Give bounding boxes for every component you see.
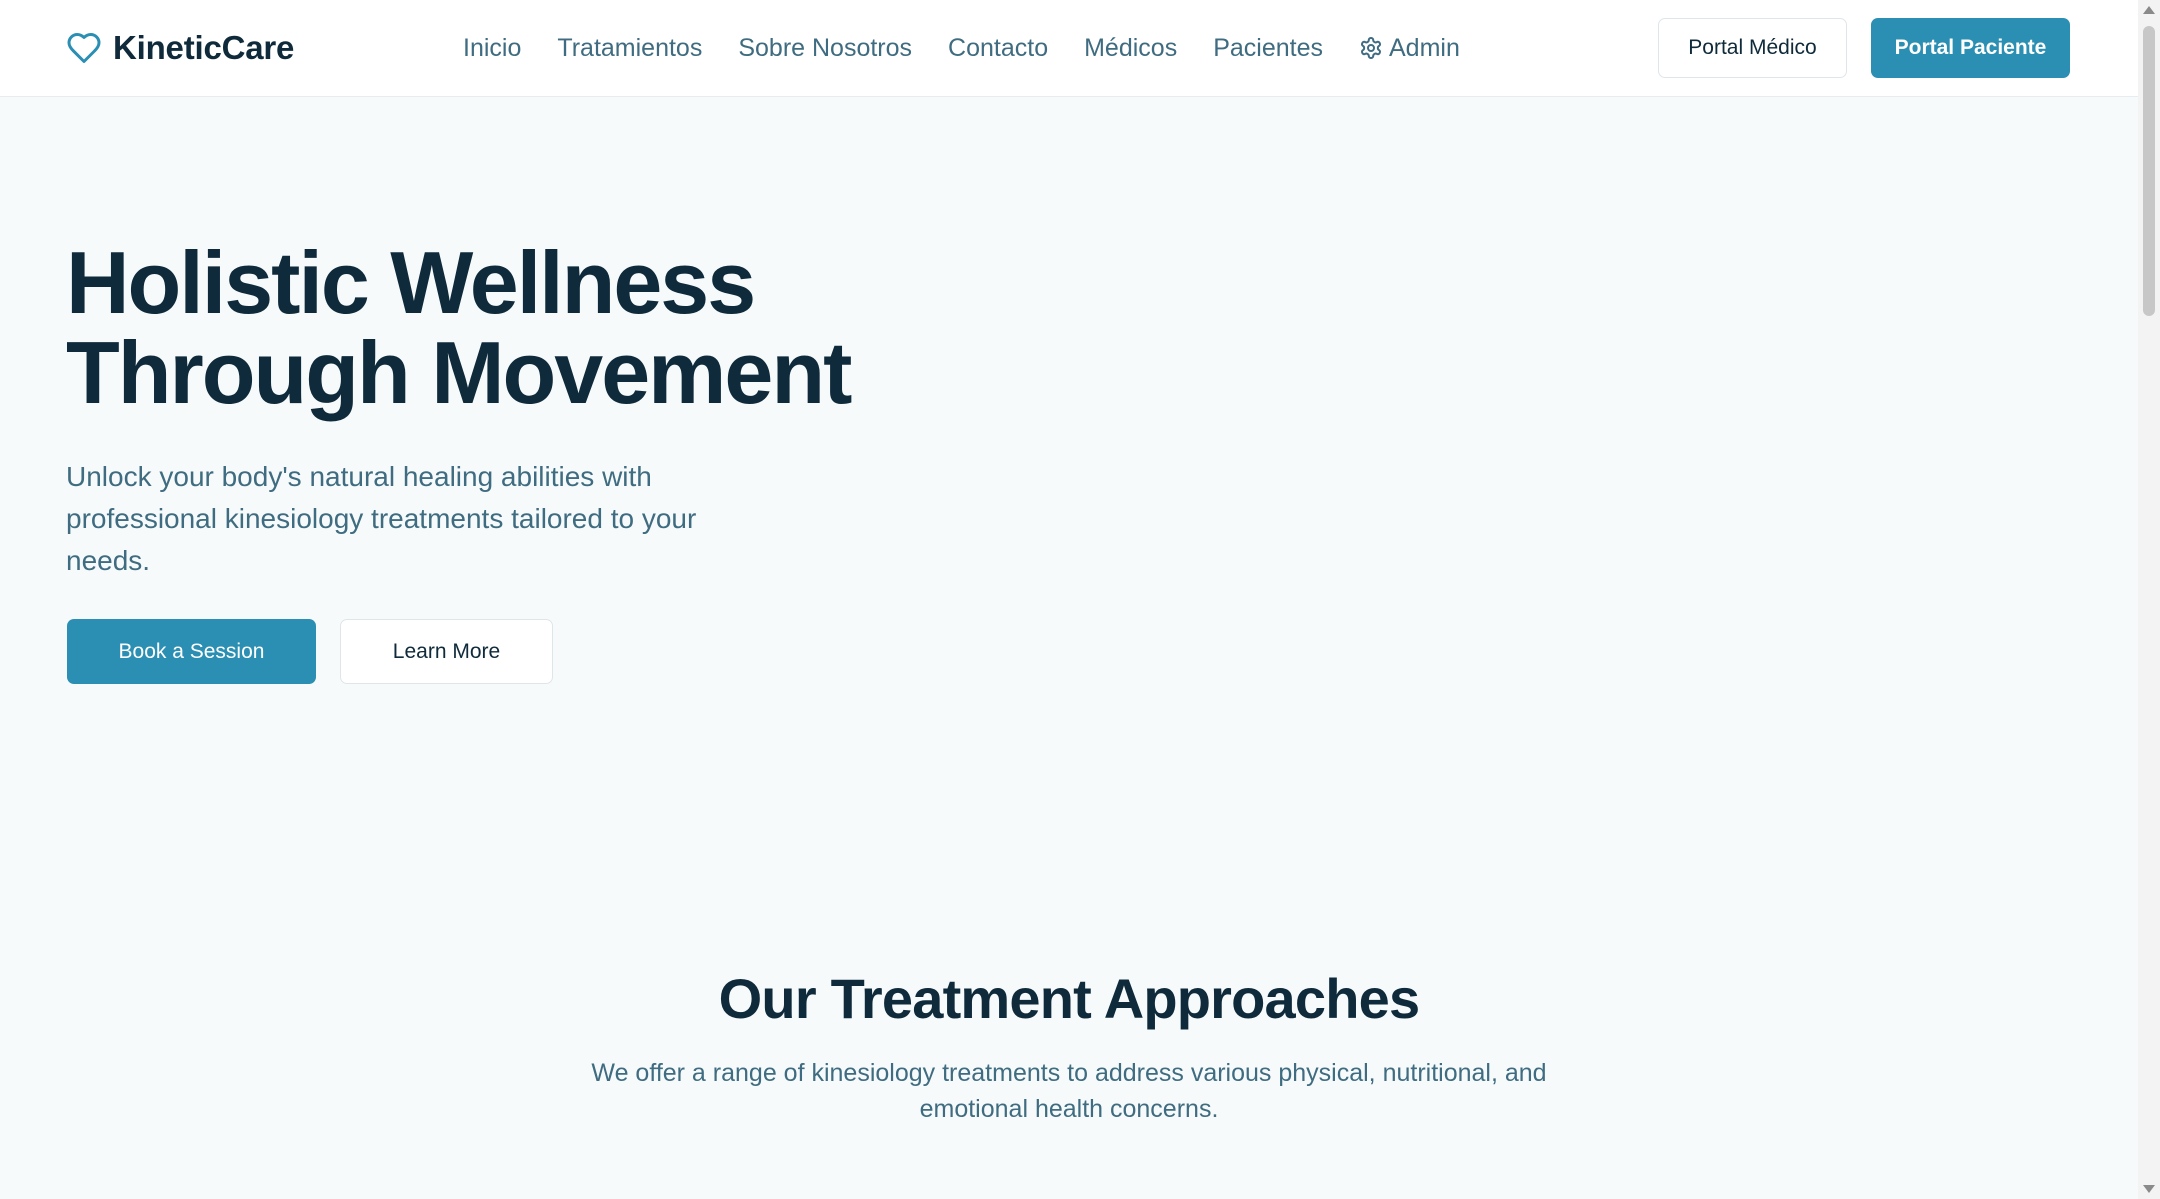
nav-item-contacto[interactable]: Contacto [948,34,1048,63]
portal-paciente-button[interactable]: Portal Paciente [1871,18,2070,78]
page-scrollbar[interactable] [2138,0,2160,1199]
heart-icon [66,30,102,66]
nav-item-pacientes[interactable]: Pacientes [1213,34,1323,63]
treatments-section-subtitle: We offer a range of kinesiology treatmen… [591,1059,1547,1123]
book-session-button[interactable]: Book a Session [67,619,316,684]
scroll-up-arrow-icon[interactable] [2143,6,2155,14]
hero-title-line-1: Holistic Wellness [66,233,756,332]
nav-item-admin-label: Admin [1389,33,1460,62]
hero-title: Holistic Wellness Through Movement [66,233,852,422]
nav-item-admin[interactable]: Admin [1359,34,1460,63]
hero-subtitle: Unlock your body's natural healing abili… [66,461,697,576]
learn-more-button[interactable]: Learn More [340,619,553,684]
nav-item-inicio[interactable]: Inicio [463,34,521,63]
nav-item-tratamientos[interactable]: Tratamientos [557,34,702,63]
scrollbar-thumb[interactable] [2143,26,2155,316]
treatments-section-title: Our Treatment Approaches [718,967,1420,1030]
nav-item-sobre-nosotros[interactable]: Sobre Nosotros [738,34,912,63]
gear-icon [1359,36,1383,60]
hero-title-line-2: Through Movement [66,323,852,422]
main-nav: Inicio Tratamientos Sobre Nosotros Conta… [463,28,1460,68]
brand-logo[interactable]: KineticCare [66,28,294,68]
nav-item-medicos[interactable]: Médicos [1084,34,1177,63]
portal-medico-button[interactable]: Portal Médico [1658,18,1847,78]
brand-name: KineticCare [113,29,295,66]
scroll-down-arrow-icon[interactable] [2143,1185,2155,1193]
site-header: KineticCare Inicio Tratamientos Sobre No… [0,0,2138,97]
